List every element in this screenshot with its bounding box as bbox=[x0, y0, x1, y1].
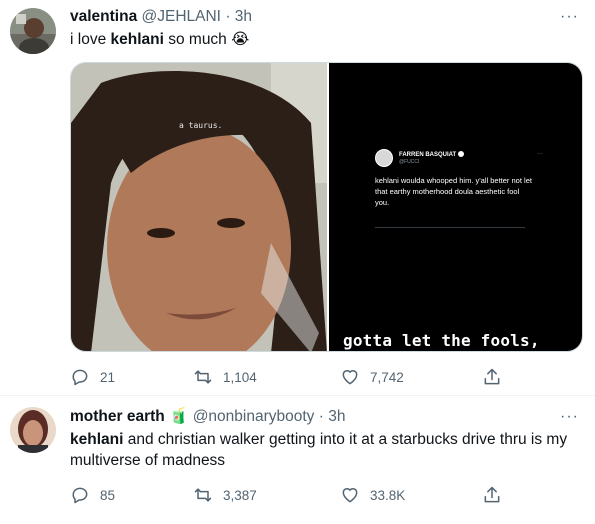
verified-icon bbox=[458, 151, 465, 157]
video-caption: a taurus. bbox=[179, 121, 223, 130]
heart-icon bbox=[342, 370, 358, 385]
like-button[interactable]: 33.8K bbox=[340, 484, 405, 506]
avatar-image bbox=[10, 8, 56, 54]
tweet-header: valentina @JEHLANI · 3h bbox=[70, 7, 252, 27]
action-bar: 85 3,387 33.8K bbox=[70, 484, 510, 506]
action-bar: 21 1,104 7,742 bbox=[70, 366, 510, 388]
media-photo-left[interactable]: a taurus. bbox=[71, 63, 327, 351]
user-handle[interactable]: @JEHLANI bbox=[142, 8, 221, 25]
share-icon bbox=[484, 486, 500, 503]
like-count: 33.8K bbox=[370, 487, 406, 503]
display-name[interactable]: valentina bbox=[70, 8, 137, 25]
embedded-divider bbox=[375, 227, 525, 228]
separator-dot: · bbox=[225, 8, 231, 25]
avatar[interactable] bbox=[10, 407, 56, 453]
display-name[interactable]: mother earth bbox=[70, 408, 165, 425]
video-caption: gotta let the fools, bbox=[343, 331, 540, 350]
tweet-text-rest: and christian walker getting into it at … bbox=[70, 431, 568, 469]
more-icon[interactable]: ··· bbox=[560, 409, 579, 425]
retweet-count: 1,104 bbox=[223, 369, 257, 385]
selfie-image bbox=[71, 63, 327, 351]
timestamp[interactable]: 3h bbox=[235, 8, 252, 25]
tweet[interactable]: mother earth 🧃 @nonbinarybooty · 3h ··· … bbox=[0, 397, 595, 524]
reply-icon bbox=[72, 487, 88, 504]
embedded-text: kehlani woulda whooped him. y'all better… bbox=[375, 176, 532, 207]
retweet-button[interactable]: 3,387 bbox=[193, 484, 257, 506]
crying-emoji: 😭 bbox=[231, 31, 250, 48]
share-button[interactable] bbox=[482, 366, 502, 388]
tweet-header: mother earth 🧃 @nonbinarybooty · 3h bbox=[70, 407, 345, 427]
reply-count: 85 bbox=[100, 487, 116, 503]
media-video-right[interactable]: FARREN BASQUIAT @FUCCI ··· kehlani would… bbox=[329, 63, 582, 351]
avatar[interactable] bbox=[10, 8, 56, 54]
separator-dot: · bbox=[318, 408, 324, 425]
retweet-icon bbox=[194, 488, 212, 502]
more-icon[interactable]: ··· bbox=[560, 9, 579, 25]
tweet-text: i love kehlani so much 😭 bbox=[70, 29, 249, 50]
reply-count: 21 bbox=[100, 369, 116, 385]
reply-button[interactable]: 85 bbox=[70, 484, 115, 506]
tweet-text-suffix: so much bbox=[163, 31, 232, 48]
timestamp[interactable]: 3h bbox=[328, 408, 345, 425]
retweet-button[interactable]: 1,104 bbox=[193, 366, 257, 388]
like-count: 7,742 bbox=[370, 369, 404, 385]
juice-emoji: 🧃 bbox=[169, 408, 189, 425]
retweet-icon bbox=[194, 370, 212, 384]
tweet-text: kehlani and christian walker getting int… bbox=[70, 429, 570, 471]
share-button[interactable] bbox=[482, 484, 502, 506]
tweet-text-prefix: i love bbox=[70, 31, 111, 48]
reply-button[interactable]: 21 bbox=[70, 366, 115, 388]
retweet-count: 3,387 bbox=[223, 487, 257, 503]
tweet-text-bold: kehlani bbox=[70, 431, 124, 448]
embedded-name: FARREN BASQUIAT bbox=[399, 151, 465, 158]
tweet[interactable]: valentina @JEHLANI · 3h ··· i love kehla… bbox=[0, 0, 595, 396]
embedded-avatar bbox=[375, 149, 393, 167]
reply-icon bbox=[72, 369, 88, 386]
embedded-more-icon: ··· bbox=[537, 151, 543, 157]
share-icon bbox=[484, 368, 500, 385]
heart-icon bbox=[342, 488, 358, 503]
embedded-handle: @FUCCI bbox=[399, 159, 420, 165]
user-handle[interactable]: @nonbinarybooty bbox=[193, 408, 315, 425]
like-button[interactable]: 7,742 bbox=[340, 366, 404, 388]
media-grid[interactable]: a taurus. FARREN BASQUIAT @FUCCI ··· keh… bbox=[70, 62, 583, 352]
avatar-image bbox=[10, 407, 56, 453]
tweet-text-bold: kehlani bbox=[110, 31, 164, 48]
